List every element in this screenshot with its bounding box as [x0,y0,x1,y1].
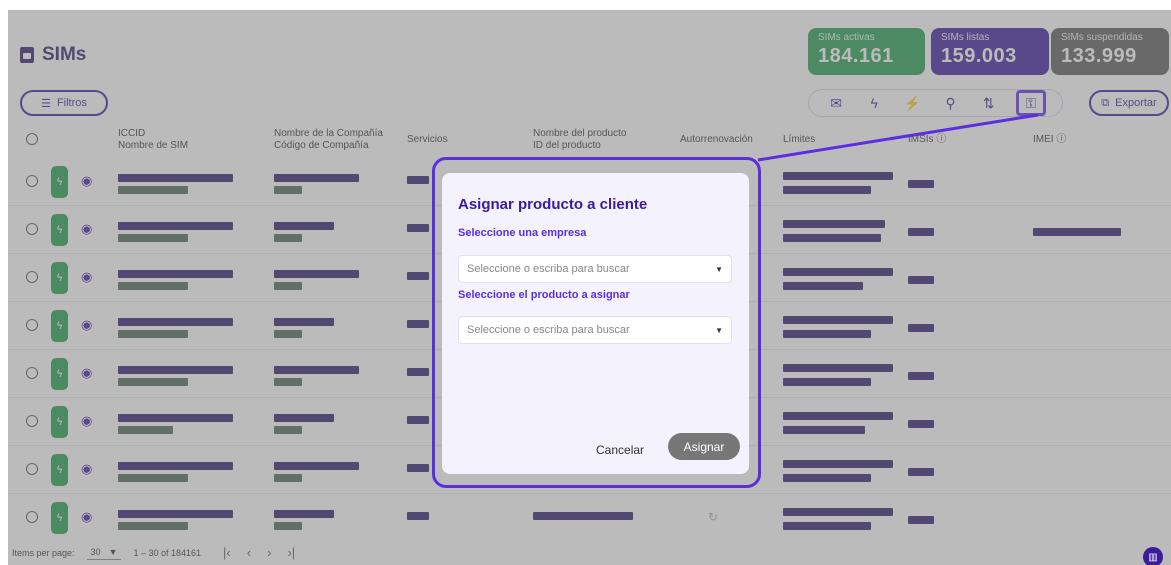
product-placeholder: Seleccione o escriba para buscar [467,324,630,336]
assign-button[interactable]: Asignar [668,433,740,460]
chevron-down-icon: ▼ [715,325,723,335]
assign-product-dialog: Asignar producto a cliente Seleccione un… [442,173,749,474]
company-placeholder: Seleccione o escriba para buscar [467,263,630,275]
dialog-title: Asignar producto a cliente [458,196,648,213]
chevron-down-icon: ▼ [715,264,723,274]
company-label: Seleccione una empresa [458,227,587,239]
company-select[interactable]: Seleccione o escriba para buscar ▼ [458,255,732,283]
product-select[interactable]: Seleccione o escriba para buscar ▼ [458,316,732,344]
product-label: Seleccione el producto a asignar [458,289,630,301]
sims-page: SIMs SIMs activas 184.161 SIMs listas 15… [8,10,1171,565]
cancel-button[interactable]: Cancelar [588,439,652,461]
